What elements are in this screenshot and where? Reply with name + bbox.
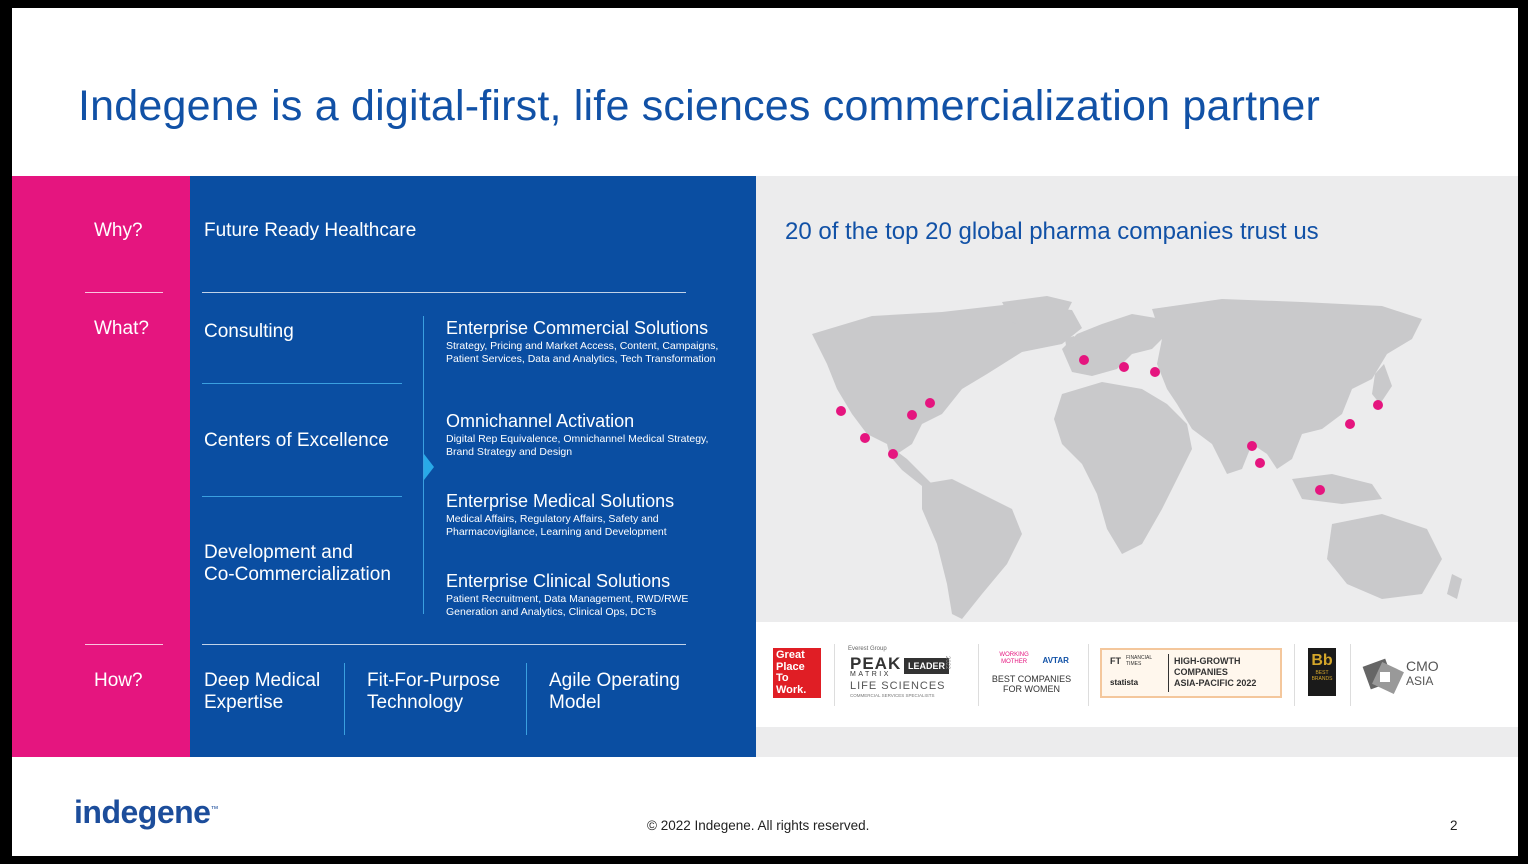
continents — [812, 296, 1462, 619]
divider — [1168, 654, 1169, 692]
divider — [85, 644, 163, 645]
best-companies-women-badge: WORKING MOTHER AVTAR BEST COMPANIES FOR … — [984, 650, 1079, 700]
solution-desc: Digital Rep Equivalence, Omnichannel Med… — [446, 433, 709, 458]
divider — [202, 644, 686, 645]
solution-title: Omnichannel Activation — [446, 411, 635, 431]
marker-dot — [925, 398, 935, 408]
marker-dot — [1255, 458, 1265, 468]
solution-desc: Patient Recruitment, Data Management, RW… — [446, 593, 689, 618]
cmo-line1: CMO — [1406, 658, 1439, 674]
marker-dot — [1247, 441, 1257, 451]
divider — [978, 644, 979, 706]
logo-text: indegene — [74, 794, 211, 830]
gptw-line: Work. — [776, 683, 807, 696]
ft-name: FINANCIAL TIMES — [1126, 655, 1152, 667]
page-number: 2 — [1450, 818, 1458, 833]
chevron-right-icon — [424, 454, 434, 480]
marker-dot — [860, 433, 870, 443]
marker-dot — [907, 410, 917, 420]
bb-line2: BRANDS — [1311, 676, 1333, 682]
marker-dot — [1373, 400, 1383, 410]
logo-tm: ™ — [210, 804, 218, 814]
divider — [834, 644, 835, 706]
how-item-line2: Model — [549, 692, 601, 713]
how-item-line2: Expertise — [204, 692, 284, 713]
divider — [526, 663, 527, 735]
awards-strip: Great Place To Work. Everest Group PEAK … — [756, 622, 1518, 727]
marker-dot — [888, 449, 898, 459]
best-brands-badge: Bb BEST BRANDS — [1308, 648, 1336, 696]
bb-mark: Bb — [1311, 652, 1333, 669]
gptw-line: Great — [776, 649, 805, 661]
marker-dot — [1315, 485, 1325, 495]
trust-heading: 20 of the top 20 global pharma companies… — [785, 218, 1319, 245]
what-label: What? — [94, 318, 149, 339]
ft-mark: FT — [1110, 656, 1121, 666]
statista-mark: statista — [1110, 678, 1139, 687]
peak-leader: LEADER — [904, 658, 950, 674]
peak-year: 2022 — [944, 656, 950, 670]
what-item-centers-of-excellence: Centers of Excellence — [204, 430, 389, 451]
divider — [202, 383, 402, 384]
peak-matrix: MATRIX — [850, 671, 891, 678]
divider — [1350, 644, 1351, 706]
how-label: How? — [94, 670, 143, 691]
gptw-line: To — [776, 672, 789, 684]
solution-desc: Strategy, Pricing and Market Access, Con… — [446, 340, 719, 365]
women-brand1: WORKING MOTHER — [999, 652, 1029, 665]
what-item-co-commercialization: Co-Commercialization — [204, 564, 391, 585]
ft-line: HIGH-GROWTH — [1174, 656, 1241, 666]
solution-title: Enterprise Clinical Solutions — [446, 571, 671, 591]
copyright: © 2022 Indegene. All rights reserved. — [647, 818, 870, 833]
why-text: Future Ready Healthcare — [204, 220, 417, 241]
cmo-line2: ASIA — [1406, 674, 1434, 688]
divider — [202, 496, 402, 497]
ft-line: ASIA-PACIFIC 2022 — [1174, 678, 1257, 688]
peak-top: Everest Group — [848, 646, 887, 652]
divider — [1088, 644, 1089, 706]
what-item-development: Development and — [204, 542, 353, 563]
indegene-logo: indegene™ — [74, 794, 218, 831]
marker-dot — [1150, 367, 1160, 377]
women-line2: FOR WOMEN — [1003, 684, 1060, 694]
slide-title: Indegene is a digital-first, life scienc… — [78, 82, 1321, 130]
how-item-line1: Fit-For-Purpose — [367, 670, 501, 691]
divider — [344, 663, 345, 735]
why-label: Why? — [94, 220, 143, 241]
solution-desc: Medical Affairs, Regulatory Affairs, Saf… — [446, 513, 667, 538]
peak-sub: LIFE SCIENCES — [850, 680, 946, 692]
divider — [202, 292, 686, 293]
divider — [1294, 644, 1295, 706]
how-item-line1: Agile Operating — [549, 670, 680, 691]
marker-dot — [1079, 355, 1089, 365]
world-map — [812, 296, 1462, 619]
marker-dot — [1119, 362, 1129, 372]
cmo-asia-badge: CMO ASIA — [1362, 656, 1452, 698]
women-line1: BEST COMPANIES — [991, 674, 1072, 684]
peak-tiny: COMMERCIAL SERVICES SPECIALISTS — [850, 693, 935, 698]
what-item-consulting: Consulting — [204, 321, 294, 342]
women-brand2: AVTAR — [1042, 656, 1069, 665]
gptw-badge: Great Place To Work. — [773, 648, 821, 698]
marker-dot — [836, 406, 846, 416]
solution-title: Enterprise Medical Solutions — [446, 491, 675, 511]
slide: Indegene is a digital-first, life scienc… — [12, 8, 1518, 856]
peak-matrix-badge: Everest Group PEAK MATRIX LEADER 2022 LI… — [848, 646, 963, 704]
ft-high-growth-badge: FT FINANCIAL TIMES statista HIGH-GROWTH … — [1100, 648, 1282, 698]
how-item-line2: Technology — [367, 692, 464, 713]
solution-title: Enterprise Commercial Solutions — [446, 318, 709, 338]
marker-dot — [1345, 419, 1355, 429]
ft-line: COMPANIES — [1174, 667, 1228, 677]
how-item-line1: Deep Medical — [204, 670, 321, 691]
cmo-asia-icon — [1362, 658, 1404, 694]
divider — [85, 292, 163, 293]
